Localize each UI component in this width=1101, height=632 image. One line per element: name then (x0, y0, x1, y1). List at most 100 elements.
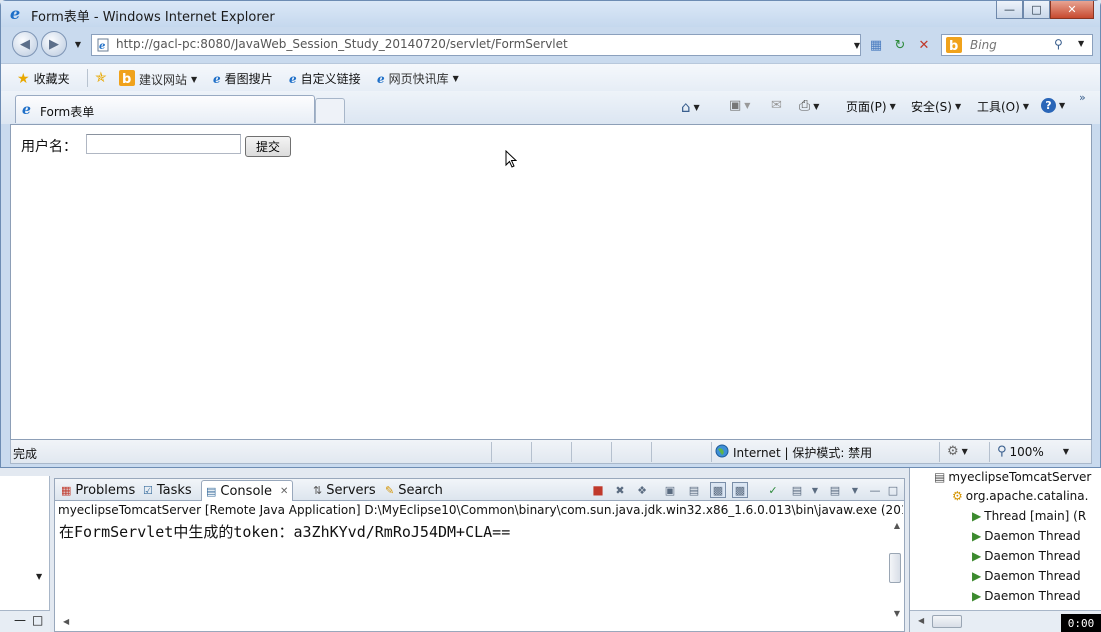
window-controls: — □ ✕ (996, 1, 1094, 19)
debug-target-label: myeclipseTomcatServer (948, 470, 1092, 484)
tasks-icon: ☑ (143, 484, 153, 497)
security-zone[interactable]: Internet | 保护模式: 禁用 (715, 444, 872, 461)
remove-launch-icon[interactable]: ✖ (612, 482, 628, 498)
divider (531, 442, 532, 462)
daemon-thread[interactable]: ▶ Daemon Thread (972, 549, 1081, 563)
debug-process[interactable]: ⚙ org.apache.catalina. (952, 489, 1088, 503)
daemon-thread[interactable]: ▶ Daemon Thread (972, 529, 1081, 543)
debug-target[interactable]: ▤ myeclipseTomcatServer (934, 470, 1091, 484)
maximize-button[interactable]: □ (1023, 1, 1050, 19)
search-input[interactable] (970, 38, 1060, 52)
divider (491, 442, 492, 462)
scroll-left-icon[interactable]: ◀ (63, 617, 69, 626)
help-menu[interactable]: ? ▼ (1041, 98, 1065, 113)
chevron-down-icon: ▼ (452, 74, 459, 83)
add-favorite-button[interactable]: ✯ (95, 70, 107, 86)
show-stderr-icon[interactable]: ▩ (732, 482, 748, 498)
remove-all-icon[interactable]: ❖ (634, 482, 650, 498)
page-icon: e (96, 38, 110, 55)
safety-menu[interactable]: 安全(S) ▼ (911, 98, 961, 115)
ie-page-icon: e (289, 71, 297, 86)
bing-logo-icon: b (946, 37, 964, 56)
minimize-view-icon[interactable]: — (14, 613, 26, 627)
close-window-button[interactable]: ✕ (1050, 1, 1094, 19)
scroll-up-icon[interactable]: ▲ (894, 521, 900, 530)
page-menu[interactable]: 页面(P) ▼ (846, 98, 896, 115)
url-input[interactable] (116, 37, 856, 51)
chevron-down-icon[interactable]: ▼ (847, 482, 863, 498)
suggested-sites-link[interactable]: b 建议网站 ▼ (119, 70, 197, 89)
close-icon[interactable]: ✕ (280, 486, 288, 497)
clear-console-icon[interactable]: ▣ (662, 482, 678, 498)
chevron-down-icon: ▼ (853, 40, 861, 50)
chevron-down-icon: ▼ (961, 447, 968, 456)
maximize-view-icon[interactable]: □ (32, 613, 43, 627)
pin-console-icon[interactable]: ✓ (765, 482, 781, 498)
favorites-button[interactable]: ★ 收藏夹 (17, 70, 70, 87)
custom-links-link[interactable]: e 自定义链接 (289, 70, 361, 87)
chevron-down-icon[interactable]: ▼ (1078, 39, 1084, 48)
tab-servers[interactable]: ⇅ Servers (309, 480, 380, 501)
scrollbar-thumb[interactable] (932, 615, 962, 628)
tab-form[interactable]: e Form表单 (15, 95, 315, 123)
zoom-control[interactable]: ⚲ 100% ▼ (997, 444, 1069, 459)
show-stdout-icon[interactable]: ▩ (710, 482, 726, 498)
protected-mode-button[interactable]: ⚙ ▼ (947, 444, 968, 459)
refresh-icon: ↻ (894, 37, 906, 53)
tab-console[interactable]: ▤ Console ✕ (201, 480, 294, 501)
tools-menu-label: 工具(O) (977, 100, 1020, 114)
ie-logo-icon: e (22, 102, 36, 119)
refresh-button[interactable]: ↻ (889, 34, 911, 56)
terminate-icon[interactable]: ■ (590, 482, 606, 498)
thread-main[interactable]: ▶ Thread [main] (R (972, 509, 1086, 523)
open-console-icon[interactable]: ▤ (827, 482, 843, 498)
scrollbar-thumb[interactable] (889, 553, 901, 583)
forward-button[interactable]: ▶ (41, 31, 67, 57)
rss-icon: ▣ (729, 98, 742, 113)
feeds-button[interactable]: ▣ ▼ (729, 98, 750, 113)
tab-problems[interactable]: ▦ Problems (57, 480, 139, 501)
mail-button[interactable]: ✉ (771, 98, 782, 113)
image-search-link[interactable]: e 看图搜片 (213, 70, 273, 87)
search-icon[interactable]: ⚲ (1054, 37, 1063, 51)
address-bar[interactable]: e (91, 34, 861, 56)
scroll-left-icon[interactable]: ◀ (918, 616, 924, 625)
tab-console-label: Console (220, 483, 273, 499)
tools-menu[interactable]: 工具(O) ▼ (977, 98, 1029, 115)
thread-icon: ▶ (972, 589, 982, 603)
scroll-lock-icon[interactable]: ▤ (686, 482, 702, 498)
chevron-overflow-button[interactable]: » (1079, 91, 1086, 104)
minimize-view-icon[interactable]: — (867, 482, 883, 498)
submit-button[interactable]: 提交 (245, 136, 291, 157)
username-input[interactable] (86, 134, 241, 154)
back-button[interactable]: ◀ (12, 31, 38, 57)
chevron-down-icon: ▼ (954, 102, 962, 111)
home-button[interactable]: ⌂ ▼ (681, 98, 700, 116)
problems-icon: ▦ (61, 484, 72, 497)
username-label: 用户名： (21, 139, 77, 155)
search-box[interactable]: b ⚲ ▼ (941, 34, 1093, 56)
maximize-view-icon[interactable]: □ (885, 482, 901, 498)
thread-label: Daemon Thread (984, 549, 1081, 563)
print-button[interactable]: ⎙ ▼ (799, 98, 819, 114)
daemon-thread[interactable]: ▶ Daemon Thread (972, 569, 1081, 583)
safety-menu-label: 安全(S) (911, 100, 952, 114)
new-tab-button[interactable] (315, 98, 345, 123)
tab-tasks[interactable]: ☑ Tasks (139, 480, 196, 501)
web-slice-gallery-link[interactable]: e 网页快讯库 ▼ (377, 70, 459, 87)
chevron-down-icon: ▼ (813, 101, 820, 111)
chevron-down-icon[interactable]: ▼ (807, 482, 823, 498)
page-menu-label: 页面(P) (846, 100, 887, 114)
daemon-thread[interactable]: ▶ Daemon Thread (972, 589, 1081, 603)
history-dropdown[interactable]: ▼ (69, 31, 87, 57)
console-process-header: myeclipseTomcatServer [Remote Java Appli… (58, 503, 903, 517)
compatibility-view-button[interactable]: ▦ (865, 34, 887, 56)
stop-button[interactable]: ✕ (913, 34, 935, 56)
title-bar[interactable]: e Form表单 - Windows Internet Explorer — □… (1, 1, 1100, 27)
scroll-down-icon[interactable]: ▼ (894, 609, 900, 618)
tab-search[interactable]: ✎ Search (381, 480, 447, 501)
chevron-down-icon: ▼ (889, 102, 896, 111)
minimize-button[interactable]: — (996, 1, 1023, 19)
display-console-icon[interactable]: ▤ (789, 482, 805, 498)
chevron-down-icon[interactable]: ▼ (36, 572, 42, 581)
